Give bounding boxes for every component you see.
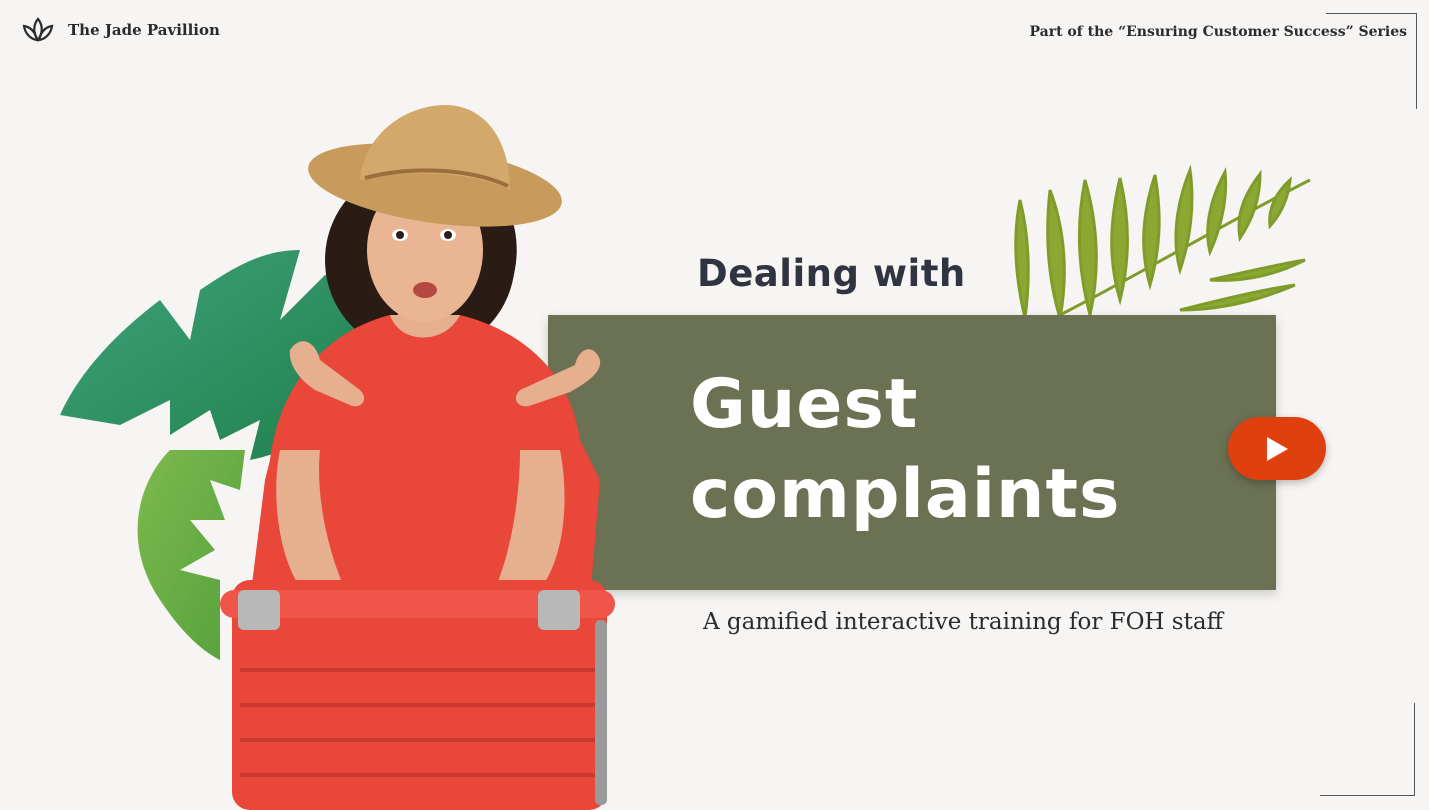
lotus-icon — [22, 17, 54, 42]
title-big-line-1: Guest — [690, 365, 919, 444]
palm-leaf-illustration — [1014, 164, 1311, 320]
title-big-line-2: complaints — [690, 455, 1121, 534]
subtitle: A gamified interactive training for FOH … — [703, 609, 1223, 635]
corner-bracket-top-right — [1326, 13, 1417, 109]
woman-with-suitcase-illustration — [220, 105, 615, 810]
play-button[interactable] — [1228, 417, 1326, 480]
title-slide: The Jade Pavillion Part of the “Ensuring… — [0, 0, 1429, 810]
title-big: Guest complaints — [690, 360, 1120, 540]
brand: The Jade Pavillion — [20, 16, 220, 44]
brand-name: The Jade Pavillion — [68, 21, 220, 39]
play-icon — [1267, 436, 1288, 461]
title-small: Dealing with — [697, 252, 966, 295]
corner-bracket-bottom-right — [1320, 703, 1415, 796]
